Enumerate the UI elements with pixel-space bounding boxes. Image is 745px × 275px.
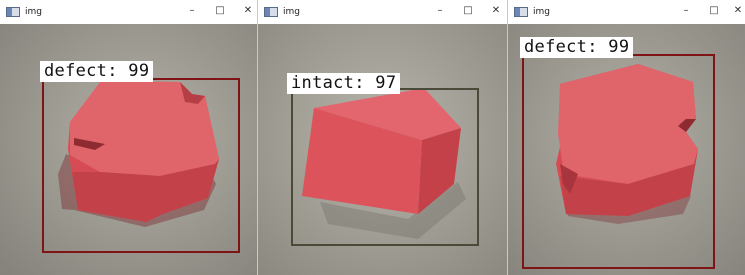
maximize-button[interactable]: □ [214, 5, 226, 17]
maximize-button[interactable]: □ [462, 5, 474, 17]
minimize-button[interactable]: – [680, 5, 692, 17]
window-title: img [283, 7, 300, 17]
minimize-button[interactable]: – [434, 5, 446, 17]
window-title: img [533, 7, 550, 17]
bounding-box [291, 88, 479, 246]
detection-image: defect: 99 [0, 24, 257, 275]
minimize-button[interactable]: – [186, 5, 198, 17]
detection-label: intact: 97 [287, 73, 401, 94]
image-window-2: img – □ ✕ intact: 97 [258, 0, 508, 275]
close-button[interactable]: ✕ [732, 5, 744, 17]
bounding-box [42, 78, 240, 253]
detection-image: intact: 97 [258, 24, 507, 275]
image-window-icon [264, 7, 278, 17]
title-bar[interactable]: img – □ ✕ [258, 0, 507, 24]
image-window-icon [514, 7, 528, 17]
window-title: img [25, 7, 42, 17]
close-button[interactable]: ✕ [242, 5, 254, 17]
bounding-box [522, 54, 715, 269]
title-bar[interactable]: img – □ ✕ [0, 0, 257, 24]
detection-label: defect: 99 [40, 61, 154, 82]
image-window-icon [6, 7, 20, 17]
image-window-1: img – □ ✕ defect: 99 [0, 0, 258, 275]
close-button[interactable]: ✕ [490, 5, 502, 17]
maximize-button[interactable]: □ [708, 5, 720, 17]
image-window-3: img – □ ✕ defect: 99 [508, 0, 745, 275]
title-bar[interactable]: img – □ ✕ [508, 0, 745, 24]
detection-image: defect: 99 [508, 24, 745, 275]
detection-label: defect: 99 [520, 37, 634, 58]
